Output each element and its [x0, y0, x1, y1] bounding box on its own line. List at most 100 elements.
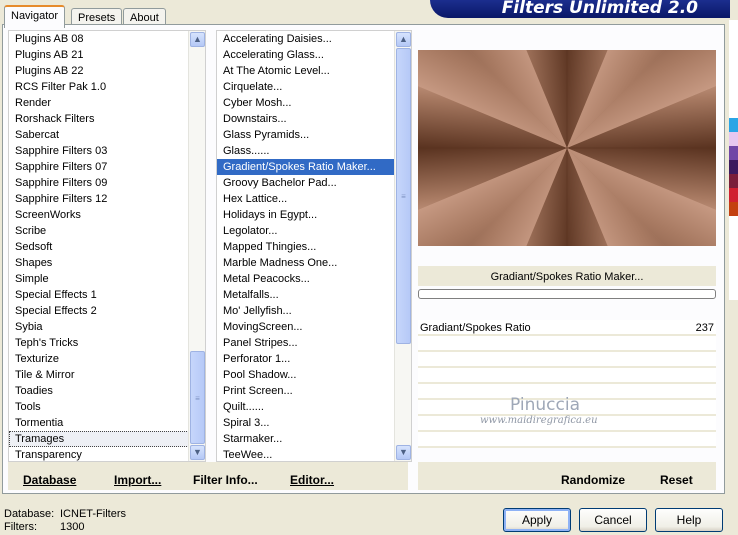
filter-info-link[interactable]: Filter Info... — [193, 473, 258, 487]
filter-list-item[interactable]: Starmaker... — [217, 431, 411, 447]
scroll-thumb[interactable]: ≡ — [190, 351, 205, 444]
database-label: Database: — [4, 508, 55, 520]
filter-list-item[interactable]: Accelerating Daisies... — [217, 31, 411, 47]
scroll-up-icon[interactable]: ▲ — [396, 32, 411, 47]
category-list[interactable]: Plugins AB 08 Plugins AB 21 Plugins AB 22 R… — [8, 30, 206, 462]
palette-swatch — [729, 146, 738, 160]
filter-preview-image — [418, 50, 716, 246]
parameter-row-empty — [418, 352, 716, 368]
parameter-row[interactable]: Gradiant/Spokes Ratio 237 — [418, 320, 716, 336]
palette-swatch — [729, 160, 738, 174]
category-list-item[interactable]: Plugins AB 21 — [9, 47, 205, 63]
filter-list-item[interactable]: Pool Shadow... — [217, 367, 411, 383]
filter-list-item[interactable]: Marble Madness One... — [217, 255, 411, 271]
category-list-item[interactable]: Sapphire Filters 09 — [9, 175, 205, 191]
filter-list[interactable]: Accelerating Daisies... Accelerating Glas… — [216, 30, 412, 462]
palette-swatch — [729, 188, 738, 202]
category-list-item[interactable]: Rorshack Filters — [9, 111, 205, 127]
palette-swatch — [729, 118, 738, 132]
category-list-item[interactable]: Sedsoft — [9, 239, 205, 255]
palette-swatch — [729, 104, 738, 118]
category-list-item[interactable]: Texturize — [9, 351, 205, 367]
filter-scrollbar[interactable]: ▲ ≡ ▼ — [394, 31, 411, 461]
filter-list-item[interactable]: Groovy Bachelor Pad... — [217, 175, 411, 191]
palette-swatch — [729, 132, 738, 146]
scroll-thumb[interactable]: ≡ — [396, 48, 411, 344]
category-list-item[interactable]: Teph's Tricks — [9, 335, 205, 351]
filter-list-item[interactable]: Holidays in Egypt... — [217, 207, 411, 223]
filter-list-item[interactable]: Gradient/Spokes Ratio Maker... — [217, 159, 411, 175]
scroll-down-icon[interactable]: ▼ — [190, 445, 205, 460]
filter-list-item[interactable]: Print Screen... — [217, 383, 411, 399]
database-link[interactable]: Database — [23, 473, 76, 487]
filter-list-item[interactable]: Legolator... — [217, 223, 411, 239]
filter-list-item[interactable]: Glass...... — [217, 143, 411, 159]
parameter-value[interactable]: 237 — [696, 322, 714, 334]
help-button[interactable]: Help — [655, 508, 723, 532]
scroll-up-icon[interactable]: ▲ — [190, 32, 205, 47]
filter-list-item[interactable]: MovingScreen... — [217, 319, 411, 335]
cancel-button[interactable]: Cancel — [579, 508, 647, 532]
category-list-item[interactable]: ScreenWorks — [9, 207, 205, 223]
filter-list-item[interactable]: TeeWee... — [217, 447, 411, 461]
category-list-item[interactable]: Sapphire Filters 03 — [9, 143, 205, 159]
category-list-item[interactable]: Scribe — [9, 223, 205, 239]
category-list-item[interactable]: Toadies — [9, 383, 205, 399]
filter-list-item[interactable]: Hex Lattice... — [217, 191, 411, 207]
filter-list-item[interactable]: Mapped Thingies... — [217, 239, 411, 255]
palette-swatch — [729, 258, 738, 272]
filter-list-item[interactable]: Metal Peacocks... — [217, 271, 411, 287]
palette-swatch — [729, 76, 738, 90]
app-banner-title: Filters Unlimited 2.0 — [430, 0, 730, 18]
category-list-item[interactable]: Tools — [9, 399, 205, 415]
filter-list-item[interactable]: Panel Stripes... — [217, 335, 411, 351]
palette-swatch — [729, 244, 738, 258]
category-list-item[interactable]: Sapphire Filters 12 — [9, 191, 205, 207]
filter-list-item[interactable]: At The Atomic Level... — [217, 63, 411, 79]
filter-list-item[interactable]: Downstairs... — [217, 111, 411, 127]
category-list-item[interactable]: RCS Filter Pak 1.0 — [9, 79, 205, 95]
category-list-item[interactable]: Tramages — [9, 431, 205, 447]
import-link[interactable]: Import... — [114, 473, 161, 487]
filter-list-item[interactable]: Perforator 1... — [217, 351, 411, 367]
category-list-item[interactable]: Plugins AB 22 — [9, 63, 205, 79]
scroll-down-icon[interactable]: ▼ — [396, 445, 411, 460]
palette-swatch — [729, 62, 738, 76]
palette-swatch — [729, 230, 738, 244]
category-list-item[interactable]: Plugins AB 08 — [9, 31, 205, 47]
category-list-item[interactable]: Tormentia — [9, 415, 205, 431]
filter-list-item[interactable]: Cyber Mosh... — [217, 95, 411, 111]
filter-list-item[interactable]: Accelerating Glass... — [217, 47, 411, 63]
palette-swatch — [729, 48, 738, 62]
filter-list-item[interactable]: Glass Pyramids... — [217, 127, 411, 143]
database-value: ICNET-Filters — [60, 508, 126, 520]
category-list-item[interactable]: Sapphire Filters 07 — [9, 159, 205, 175]
palette-swatch — [729, 216, 738, 230]
filter-list-item[interactable]: Mo' Jellyfish... — [217, 303, 411, 319]
filters-count: 1300 — [60, 521, 85, 533]
category-scrollbar[interactable]: ▲ ≡ ▼ — [188, 31, 205, 461]
filter-list-item[interactable]: Spiral 3... — [217, 415, 411, 431]
category-list-item[interactable]: Render — [9, 95, 205, 111]
parameter-list: Gradiant/Spokes Ratio 237 — [418, 320, 716, 448]
category-list-item[interactable]: Simple — [9, 271, 205, 287]
filter-list-item[interactable]: Quilt...... — [217, 399, 411, 415]
category-list-item[interactable]: Special Effects 1 — [9, 287, 205, 303]
reset-button[interactable]: Reset — [660, 473, 693, 487]
category-list-item[interactable]: Transparency — [9, 447, 205, 461]
randomize-button[interactable]: Randomize — [561, 473, 625, 487]
watermark-name: Pinuccia — [510, 395, 580, 415]
filter-list-item[interactable]: Cirquelate... — [217, 79, 411, 95]
category-list-item[interactable]: Sybia — [9, 319, 205, 335]
category-list-item[interactable]: Sabercat — [9, 127, 205, 143]
background-color-palette — [729, 20, 738, 300]
filter-list-item[interactable]: Metalfalls... — [217, 287, 411, 303]
category-list-item[interactable]: Shapes — [9, 255, 205, 271]
category-list-item[interactable]: Special Effects 2 — [9, 303, 205, 319]
palette-swatch — [729, 90, 738, 104]
progress-bar — [418, 289, 716, 299]
apply-button[interactable]: Apply — [503, 508, 571, 532]
tab-navigator[interactable]: Navigator — [4, 5, 66, 28]
category-list-item[interactable]: Tile & Mirror — [9, 367, 205, 383]
editor-link[interactable]: Editor... — [290, 473, 334, 487]
